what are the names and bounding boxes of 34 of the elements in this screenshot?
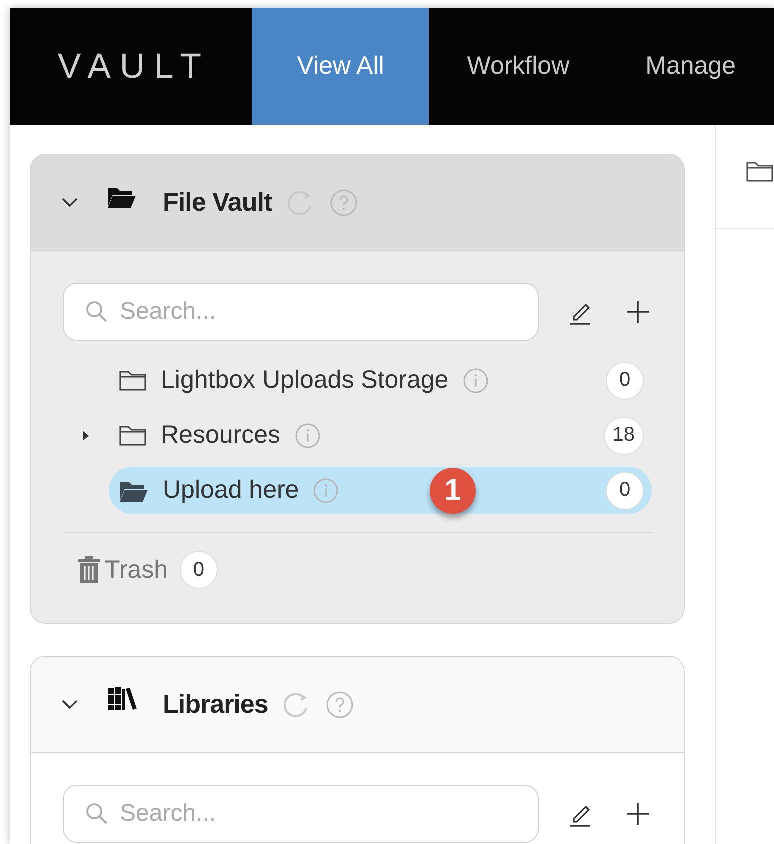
search-field[interactable]: Search... <box>63 283 539 341</box>
search-field[interactable]: Search... <box>63 785 539 843</box>
folder-icon <box>119 424 147 446</box>
add-icon[interactable] <box>625 299 651 325</box>
panel-title: Libraries <box>163 689 268 720</box>
panel-header[interactable]: File Vault <box>31 155 684 251</box>
panel-header[interactable]: Libraries <box>31 657 684 753</box>
item-count: 0 <box>180 551 218 589</box>
folder-name: Resources <box>161 421 280 450</box>
nav-tab[interactable]: Manage <box>608 8 774 125</box>
folder-icon <box>746 161 774 183</box>
vault-logo[interactable]: VAULT <box>10 8 252 125</box>
item-count: 0 <box>606 362 644 400</box>
expand-arrow-icon[interactable] <box>82 430 90 442</box>
books-icon <box>107 686 139 712</box>
search-icon <box>85 300 109 324</box>
chevron-down-icon[interactable] <box>61 698 79 710</box>
chevron-down-icon[interactable] <box>61 196 79 208</box>
add-icon[interactable] <box>625 801 651 827</box>
folder-name: Lightbox Uploads Storage <box>161 366 449 395</box>
panel-title: File Vault <box>163 187 272 218</box>
trash-icon[interactable] <box>77 556 101 584</box>
folder-item[interactable]: Lightbox Uploads Storage 0 <box>109 357 652 404</box>
nav-tab[interactable]: View All <box>252 8 430 125</box>
folder-icon <box>119 370 147 392</box>
item-count: 0 <box>606 472 644 510</box>
nav-tab[interactable]: Workflow <box>429 8 608 125</box>
trash-label[interactable]: Trash <box>105 556 168 584</box>
step-marker: 1 <box>430 468 476 514</box>
search-icon <box>85 802 109 826</box>
folder-item[interactable]: Resources 18 <box>109 412 652 459</box>
folder-name: Upload here <box>163 476 300 505</box>
item-count: 18 <box>604 416 644 454</box>
folder-item[interactable]: Upload here 1 0 <box>109 467 652 514</box>
